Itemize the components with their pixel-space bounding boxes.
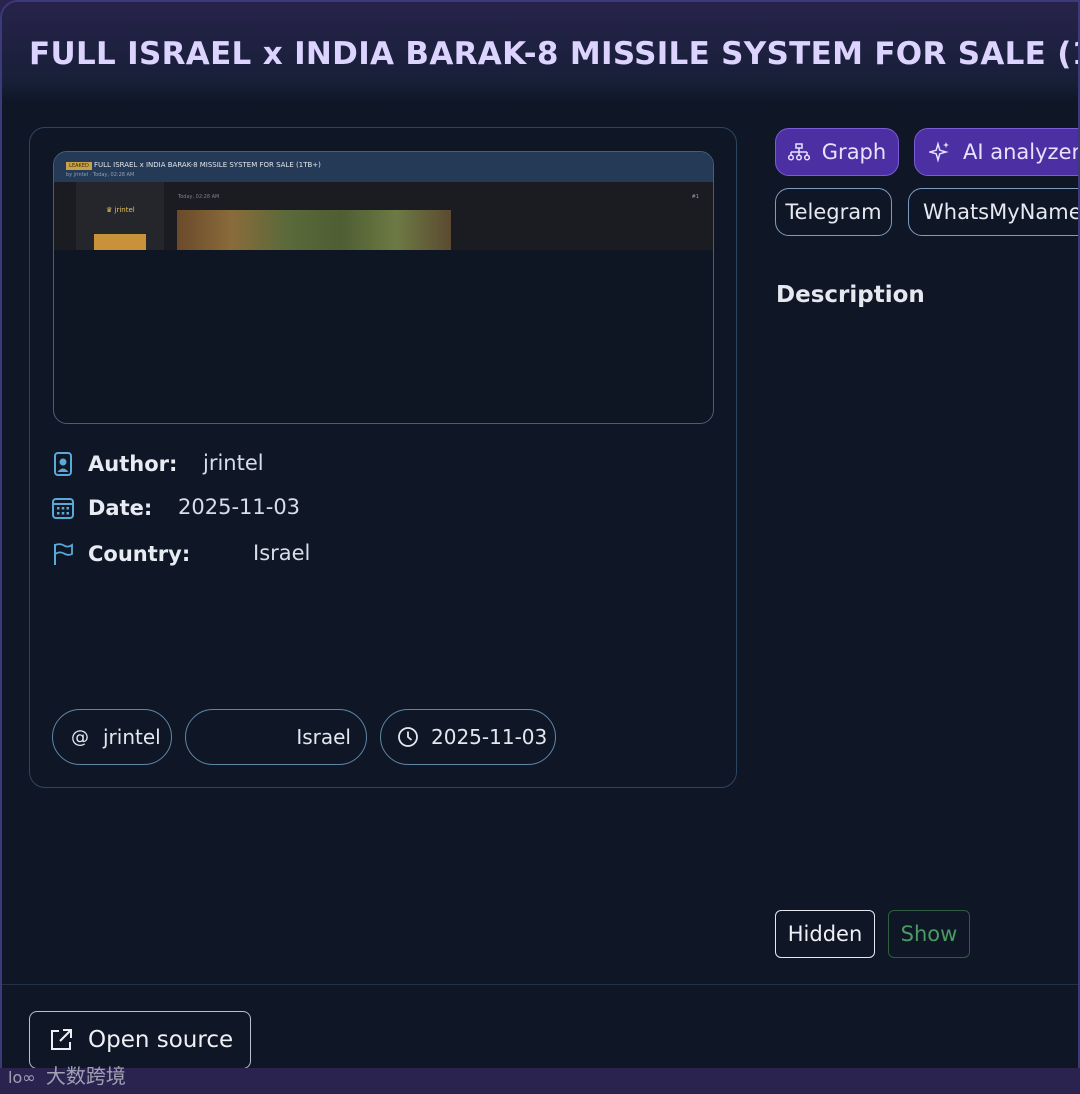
date-value: 2025-11-03 — [178, 495, 301, 519]
country-chip-label: Israel — [296, 725, 351, 749]
whatsmyname-label: WhatsMyName — [923, 200, 1080, 224]
author-row: Author: — [52, 449, 177, 479]
telegram-label: Telegram — [785, 200, 882, 224]
ai-analyzer-button[interactable]: AI analyzer — [914, 128, 1080, 176]
show-label: Show — [900, 922, 958, 946]
preview-photo — [177, 210, 451, 250]
preview-post-title: FULL ISRAEL x INDIA BARAK-8 MISSILE SYST… — [94, 161, 321, 169]
date-label: Date: — [88, 496, 153, 520]
sparkles-icon — [929, 141, 951, 163]
leak-card: LEAKED FULL ISRAEL x INDIA BARAK-8 MISSI… — [29, 127, 737, 788]
author-chip-label: jrintel — [103, 725, 161, 749]
graph-label: Graph — [821, 140, 887, 164]
preview-post-date: Today, 02:28 AM — [178, 194, 220, 200]
preview-header: LEAKED FULL ISRAEL x INDIA BARAK-8 MISSI… — [54, 152, 713, 182]
preview-user-panel: ♛ jrintel — [76, 182, 164, 250]
clock-icon — [397, 726, 419, 748]
preview-post-number: #1 — [691, 194, 699, 200]
page-title: FULL ISRAEL x INDIA BARAK-8 MISSILE SYST… — [29, 36, 1080, 72]
date-chip[interactable]: 2025-11-03 — [380, 709, 556, 765]
description-heading: Description — [776, 282, 925, 308]
bottom-bar — [0, 1068, 1080, 1094]
preview-avatar — [94, 234, 146, 250]
watermark: lo∞ 大数跨境 — [8, 1060, 126, 1089]
preview-post-sub: by jrintel · Today, 02:28 AM — [66, 172, 135, 178]
date-row: Date: — [52, 493, 152, 523]
show-button[interactable]: Show — [888, 910, 970, 958]
telegram-button[interactable]: Telegram — [775, 188, 892, 236]
country-row: Country: — [52, 539, 190, 569]
country-chip[interactable]: Israel — [185, 709, 367, 765]
contact-card-icon — [52, 452, 74, 476]
external-link-icon — [48, 1027, 74, 1053]
calendar-icon — [52, 496, 74, 520]
graph-button[interactable]: Graph — [775, 128, 899, 176]
country-label: Country: — [88, 542, 191, 566]
date-chip-label: 2025-11-03 — [431, 725, 548, 749]
screenshot-preview[interactable]: LEAKED FULL ISRAEL x INDIA BARAK-8 MISSI… — [53, 151, 714, 424]
watermark-logo-icon: lo∞ — [8, 1068, 36, 1087]
watermark-text: 大数跨境 — [45, 1064, 126, 1088]
open-source-label: Open source — [88, 1027, 234, 1053]
preview-post-body: Today, 02:28 AM #1 ♛ jrintel — [54, 182, 713, 250]
detail-panel: FULL ISRAEL x INDIA BARAK-8 MISSILE SYST… — [0, 0, 1080, 1094]
country-value: Israel — [253, 541, 311, 565]
hidden-button[interactable]: Hidden — [775, 910, 875, 958]
preview-badge: LEAKED — [66, 162, 92, 170]
author-label: Author: — [88, 452, 178, 476]
footer-divider — [2, 984, 1078, 985]
sitemap-icon — [787, 143, 810, 161]
at-icon: @ — [71, 726, 89, 748]
whatsmyname-button[interactable]: WhatsMyName — [908, 188, 1080, 236]
flag-icon — [52, 542, 74, 566]
author-value: jrintel — [203, 451, 264, 475]
preview-username: ♛ jrintel — [106, 206, 135, 214]
ai-analyzer-label: AI analyzer — [963, 140, 1080, 164]
author-chip[interactable]: @ jrintel — [52, 709, 172, 765]
hidden-label: Hidden — [787, 922, 863, 946]
